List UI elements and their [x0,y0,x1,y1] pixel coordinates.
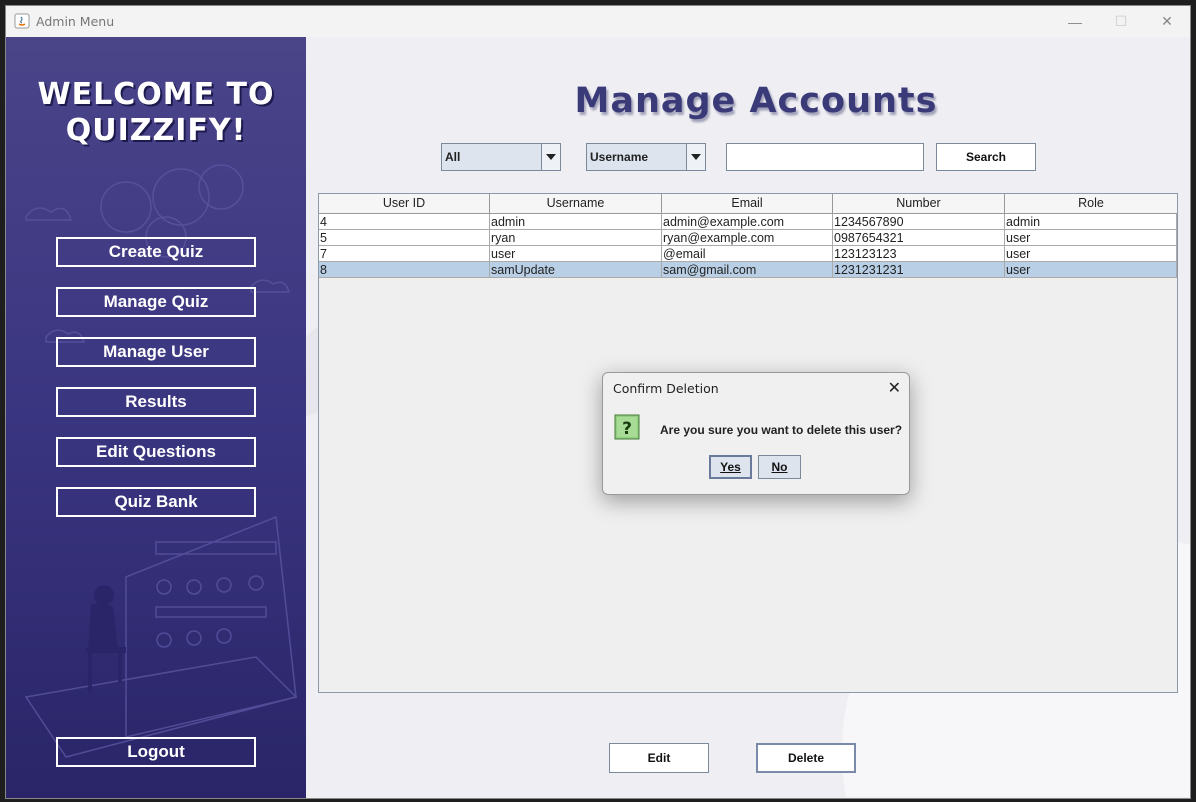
manage-quiz-button[interactable]: Manage Quiz [56,287,256,317]
cell-user-id: 7 [319,246,490,262]
cell-role: admin [1005,214,1177,230]
quiz-bank-button[interactable]: Quiz Bank [56,487,256,517]
dialog-message: Are you sure you want to delete this use… [660,423,903,437]
cell-number: 1231231231 [833,262,1005,278]
cell-email: ryan@example.com [662,230,833,246]
edit-button[interactable]: Edit [609,743,709,773]
close-window-button[interactable]: ✕ [1144,6,1190,37]
table-row[interactable]: 4 admin admin@example.com 1234567890 adm… [319,214,1177,230]
cell-username: admin [490,214,662,230]
cell-number: 0987654321 [833,230,1005,246]
column-header-role[interactable]: Role [1005,194,1177,213]
cell-number: 1234567890 [833,214,1005,230]
field-filter-value: Username [590,150,649,164]
table-row[interactable]: 7 user @email 123123123 user [319,246,1177,262]
manage-user-button[interactable]: Manage User [56,337,256,367]
svg-text:?: ? [622,419,632,439]
maximize-button[interactable]: ☐ [1098,6,1144,37]
sidebar-illustration [24,164,298,758]
cell-username: samUpdate [490,262,662,278]
results-button[interactable]: Results [56,387,256,417]
table-row[interactable]: 5 ryan ryan@example.com 0987654321 user [319,230,1177,246]
minimize-button[interactable]: — [1052,6,1098,37]
table-row-selected[interactable]: 8 samUpdate sam@gmail.com 1231231231 use… [319,262,1177,278]
cell-number: 123123123 [833,246,1005,262]
column-header-number[interactable]: Number [833,194,1005,213]
close-icon[interactable]: ✕ [888,378,901,398]
table-header: User ID Username Email Number Role [319,194,1177,214]
maximize-icon: ☐ [1114,13,1128,29]
cell-role: user [1005,230,1177,246]
column-header-user-id[interactable]: User ID [319,194,490,213]
cell-user-id: 4 [319,214,490,230]
field-filter-select[interactable]: Username [586,143,706,171]
cell-user-id: 5 [319,230,490,246]
java-app-icon [14,13,30,29]
delete-button[interactable]: Delete [756,743,856,773]
role-filter-select[interactable]: All [441,143,561,171]
cell-role: user [1005,262,1177,278]
no-button[interactable]: No [758,455,801,479]
cell-role: user [1005,246,1177,262]
column-header-email[interactable]: Email [662,194,833,213]
window-title: Admin Menu [36,14,115,29]
chevron-down-icon[interactable] [541,144,560,170]
dialog-title: Confirm Deletion [613,381,719,396]
search-button[interactable]: Search [936,143,1036,171]
question-icon: ? [614,414,640,440]
close-icon: ✕ [1161,13,1173,29]
column-header-username[interactable]: Username [490,194,662,213]
admin-menu-window: Admin Menu — ☐ ✕ WELCOME TO QUIZZIFY! Cr… [6,6,1190,798]
cell-email: admin@example.com [662,214,833,230]
create-quiz-button[interactable]: Create Quiz [56,237,256,267]
chevron-down-icon[interactable] [686,144,705,170]
sidebar: WELCOME TO QUIZZIFY! Create Quiz Manage … [6,37,306,798]
page-title: Manage Accounts [574,81,938,121]
welcome-heading: WELCOME TO QUIZZIFY! [37,77,275,148]
cell-username: ryan [490,230,662,246]
minimize-icon: — [1068,13,1082,30]
cell-username: user [490,246,662,262]
search-input[interactable] [726,143,924,171]
confirm-deletion-dialog: Confirm Deletion ✕ ? Are you sure you wa… [602,372,910,495]
edit-questions-button[interactable]: Edit Questions [56,437,256,467]
cell-email: @email [662,246,833,262]
role-filter-value: All [445,150,461,164]
yes-button[interactable]: Yes [709,455,752,479]
cell-email: sam@gmail.com [662,262,833,278]
title-bar: Admin Menu — ☐ ✕ [6,6,1190,37]
logout-button[interactable]: Logout [56,737,256,767]
cell-user-id: 8 [319,262,490,278]
